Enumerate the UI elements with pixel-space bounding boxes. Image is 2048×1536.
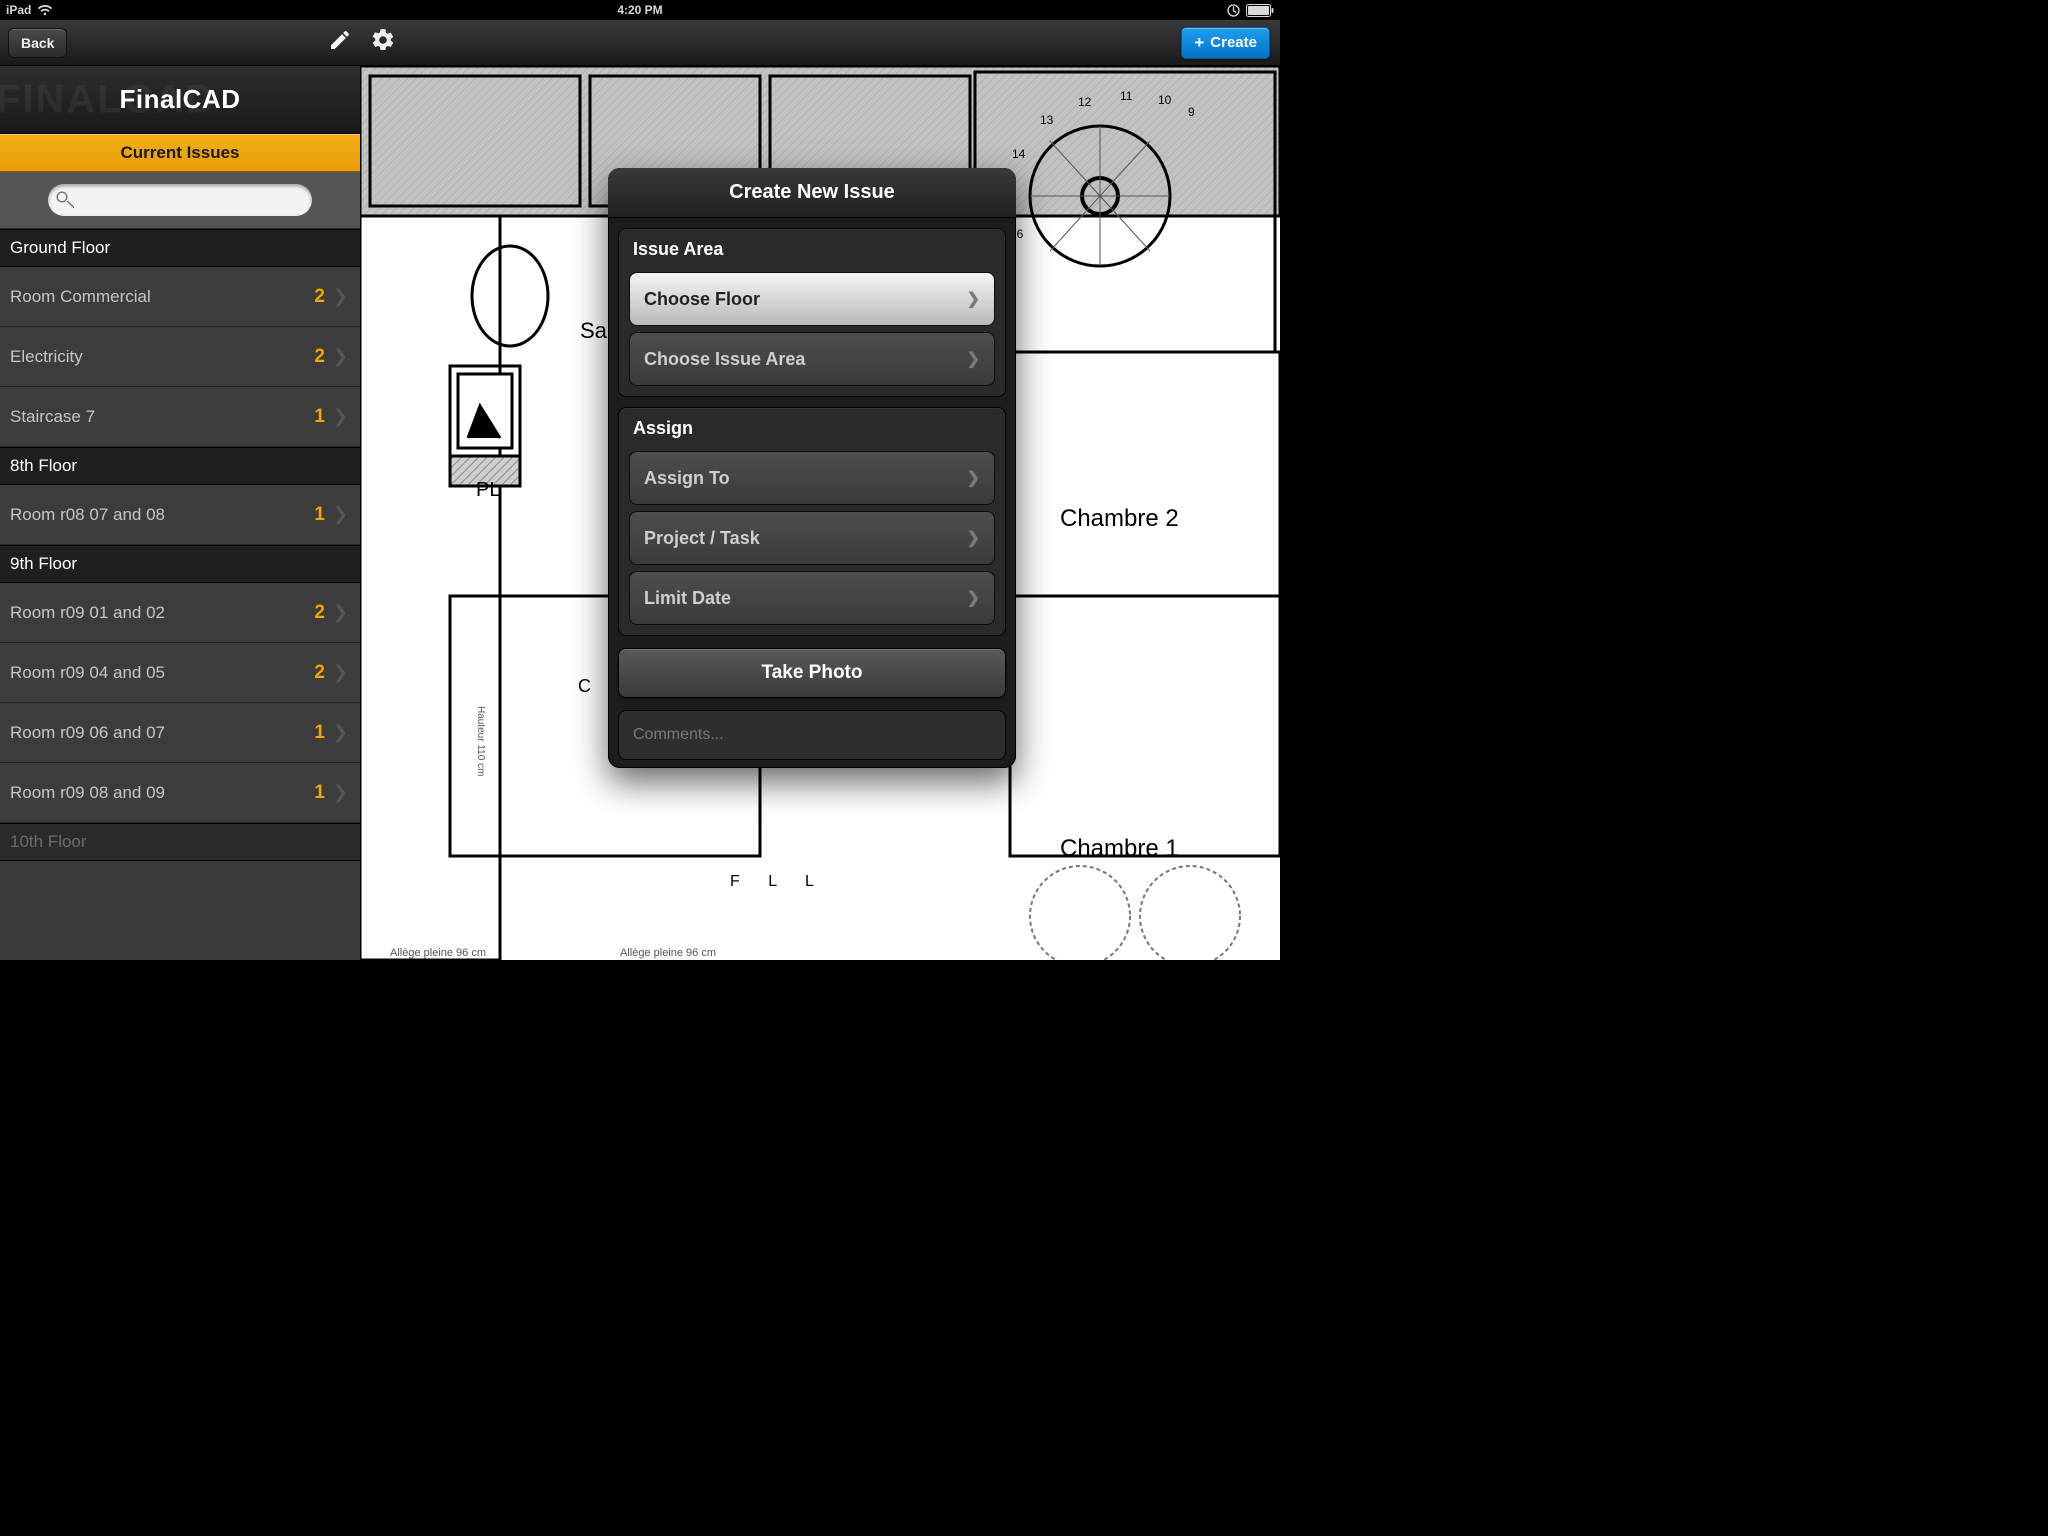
chevron-right-icon: ❯: [967, 468, 980, 488]
section-header[interactable]: 10th Floor: [0, 823, 360, 861]
svg-text:Hauteur 110 cm: Hauteur 110 cm: [475, 706, 486, 776]
issue-count-badge: 2: [314, 602, 325, 624]
app-title: FinalCAD: [120, 84, 241, 115]
gear-icon: [370, 40, 396, 57]
popover-title: Create New Issue: [608, 168, 1016, 218]
current-issues-tab[interactable]: Current Issues: [0, 134, 360, 172]
issue-count-badge: 1: [314, 782, 325, 804]
chevron-right-icon: ❯: [967, 289, 980, 309]
list-item-label: Room Commercial: [10, 287, 314, 307]
option-row-label: Choose Floor: [644, 289, 760, 310]
option-row-label: Choose Issue Area: [644, 349, 805, 370]
option-row[interactable]: Choose Issue Area ❯: [629, 332, 995, 386]
chevron-right-icon: ❯: [333, 504, 348, 525]
chevron-right-icon: ❯: [333, 722, 348, 743]
assign-title: Assign: [619, 408, 1005, 445]
chevron-right-icon: ❯: [333, 406, 348, 427]
svg-text:14: 14: [1012, 147, 1026, 161]
issue-count-badge: 2: [314, 662, 325, 684]
svg-text:Allège pleine 96 cm: Allège pleine 96 cm: [390, 947, 486, 959]
list-item[interactable]: Room Commercial2 ❯: [0, 267, 360, 327]
sidebar-toolbar: Back: [0, 20, 360, 66]
settings-button[interactable]: [370, 27, 396, 58]
list-item-label: Room r09 08 and 09: [10, 783, 314, 803]
take-photo-button[interactable]: Take Photo: [618, 648, 1006, 698]
list-item[interactable]: Room r09 08 and 091 ❯: [0, 763, 360, 823]
chevron-right-icon: ❯: [967, 528, 980, 548]
svg-text:PL: PL: [476, 479, 500, 501]
chevron-right-icon: ❯: [333, 662, 348, 683]
issue-area-panel: Issue Area Choose Floor❯Choose Issue Are…: [618, 228, 1006, 397]
list-item[interactable]: Staircase 71 ❯: [0, 387, 360, 447]
app-title-area: FINALCAD FinalCAD: [0, 66, 360, 134]
comments-field[interactable]: Comments...: [618, 710, 1006, 760]
option-row[interactable]: Limit Date ❯: [629, 571, 995, 625]
create-issue-popover: Create New Issue Issue Area Choose Floor…: [608, 168, 1016, 768]
option-row-label: Project / Task: [644, 528, 760, 549]
option-row-label: Assign To: [644, 468, 730, 489]
list-item[interactable]: Room r09 04 and 052 ❯: [0, 643, 360, 703]
comments-placeholder: Comments...: [633, 726, 724, 744]
list-item-label: Room r08 07 and 08: [10, 505, 314, 525]
pencil-icon: [328, 39, 352, 56]
take-photo-label: Take Photo: [762, 662, 863, 684]
svg-text:Allège pleine 96 cm: Allège pleine 96 cm: [620, 947, 716, 959]
edit-button[interactable]: [328, 28, 352, 57]
back-button-label: Back: [21, 35, 54, 51]
option-row-label: Limit Date: [644, 588, 731, 609]
svg-text:Chambre 2: Chambre 2: [1060, 505, 1179, 532]
create-button-label: Create: [1210, 34, 1257, 51]
svg-text:10: 10: [1158, 93, 1172, 107]
list-item[interactable]: Room r08 07 and 081 ❯: [0, 485, 360, 545]
svg-text:F L L: F L L: [730, 873, 826, 890]
main-toolbar: + Create: [360, 20, 1280, 66]
issue-count-badge: 1: [314, 406, 325, 428]
device-label: iPad: [6, 3, 31, 17]
option-row[interactable]: Choose Floor ❯: [629, 272, 995, 326]
chevron-right-icon: ❯: [333, 286, 348, 307]
list-item-label: Room r09 01 and 02: [10, 603, 314, 623]
chevron-right-icon: ❯: [967, 349, 980, 369]
section-header[interactable]: 8th Floor: [0, 447, 360, 485]
issue-area-title: Issue Area: [619, 229, 1005, 266]
list-item-label: Staircase 7: [10, 407, 314, 427]
chevron-right-icon: ❯: [333, 602, 348, 623]
battery-icon: [1246, 4, 1274, 17]
svg-text:9: 9: [1188, 105, 1195, 119]
clock-icon: [1227, 4, 1240, 17]
section-header[interactable]: Ground Floor: [0, 229, 360, 267]
chevron-right-icon: ❯: [333, 782, 348, 803]
list-item[interactable]: Room r09 06 and 071 ❯: [0, 703, 360, 763]
issue-count-badge: 2: [314, 286, 325, 308]
status-time: 4:20 PM: [617, 3, 662, 17]
issue-count-badge: 1: [314, 722, 325, 744]
chevron-right-icon: ❯: [967, 588, 980, 608]
svg-text:11: 11: [1120, 89, 1133, 103]
chevron-right-icon: ❯: [333, 346, 348, 367]
svg-text:12: 12: [1078, 95, 1092, 109]
current-issues-label: Current Issues: [120, 143, 239, 163]
svg-text:13: 13: [1040, 113, 1054, 127]
section-header[interactable]: 9th Floor: [0, 545, 360, 583]
issue-count-badge: 2: [314, 346, 325, 368]
assign-panel: Assign Assign To❯Project / Task❯Limit Da…: [618, 407, 1006, 636]
back-button[interactable]: Back: [8, 28, 67, 58]
search-input[interactable]: [48, 184, 312, 216]
search-wrap: [0, 172, 360, 229]
list-item-label: Electricity: [10, 347, 314, 367]
sidebar: Back FINALCAD FinalCAD Current Issues Gr…: [0, 20, 360, 960]
list-item[interactable]: Room r09 01 and 022 ❯: [0, 583, 360, 643]
option-row[interactable]: Project / Task ❯: [629, 511, 995, 565]
svg-text:Chambre 1: Chambre 1: [1060, 835, 1179, 862]
ipad-status-bar: iPad 4:20 PM: [0, 0, 1280, 20]
issue-list[interactable]: Ground FloorRoom Commercial2❯Electricity…: [0, 229, 360, 960]
wifi-icon: [37, 4, 53, 16]
option-row[interactable]: Assign To ❯: [629, 451, 995, 505]
create-button[interactable]: + Create: [1181, 27, 1270, 59]
issue-count-badge: 1: [314, 504, 325, 526]
list-item-label: Room r09 04 and 05: [10, 663, 314, 683]
main-area: + Create: [360, 20, 1280, 960]
list-item-label: Room r09 06 and 07: [10, 723, 314, 743]
list-item[interactable]: Electricity2 ❯: [0, 327, 360, 387]
